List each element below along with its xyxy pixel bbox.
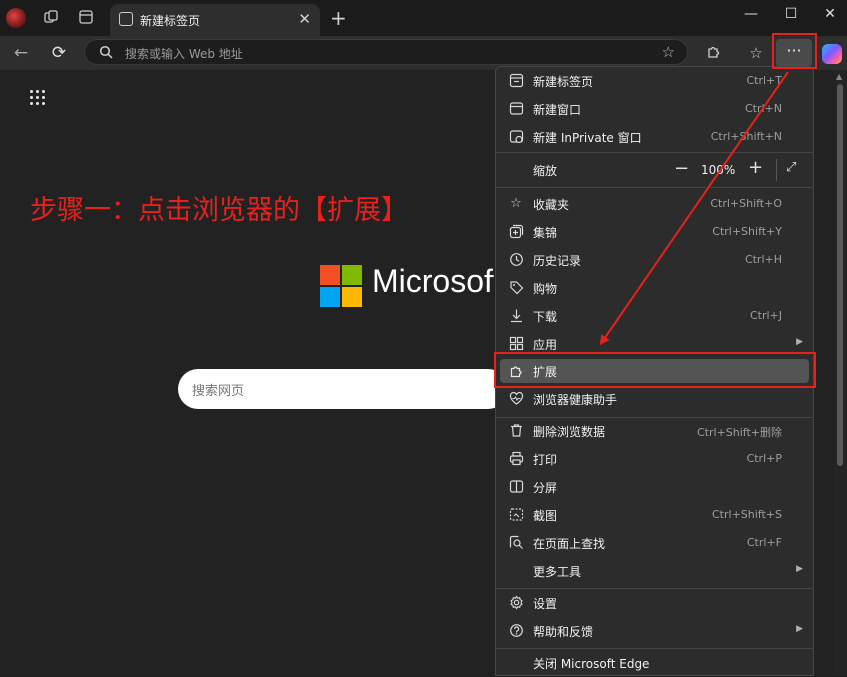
minimize-icon[interactable]: — [741,6,761,22]
menu-item-favorites[interactable]: ☆ 收藏夹 Ctrl+Shift+O [496,190,813,218]
toolbar: ← ⟳ 搜索或输入 Web 地址 ☆ ☆ ··· [0,36,847,70]
health-heart-icon [508,391,524,407]
copilot-icon[interactable] [822,44,842,64]
menu-item-more-tools[interactable]: 更多工具 ▶ [496,557,813,585]
search-icon [99,45,113,59]
tab-new-tab[interactable]: 新建标签页 ✕ [110,4,320,36]
gear-icon [508,595,524,611]
menu-item-clear-browsing-data[interactable]: 删除浏览数据 Ctrl+Shift+删除 [496,417,813,445]
history-icon [508,252,524,268]
tab-title: 新建标签页 [140,14,201,28]
instruction-annotation: 步骤一：点击浏览器的【扩展】 [30,195,408,226]
zoom-out-button[interactable]: − [674,158,689,179]
collections-icon [508,224,524,240]
trash-icon [508,423,524,439]
favorites-icon: ☆ [510,196,522,211]
microsoft-logo-icon [320,265,362,307]
back-arrow-icon[interactable]: ← [10,42,32,64]
menu-separator [496,187,813,188]
inprivate-icon [508,129,524,145]
find-icon [508,535,524,551]
window-icon [508,101,524,117]
new-tab-favicon-icon [119,12,133,26]
menu-item-print[interactable]: 打印 Ctrl+P [496,445,813,473]
scroll-thumb[interactable] [837,84,843,466]
screenshot-icon [508,507,524,523]
new-tab-icon [508,73,524,89]
title-bar: 新建标签页 ✕ + — ☐ ✕ [0,0,847,36]
workspaces-icon[interactable] [42,9,60,27]
highlight-box-more-button [772,33,817,69]
close-window-icon[interactable]: ✕ [820,6,840,22]
web-search-input[interactable]: 搜索网页 [178,369,508,409]
address-placeholder: 搜索或输入 Web 地址 [125,47,243,61]
submenu-arrow-icon: ▶ [796,624,803,634]
menu-item-find-on-page[interactable]: 在页面上查找 Ctrl+F [496,529,813,557]
address-bar[interactable]: 搜索或输入 Web 地址 ☆ [84,39,688,65]
favorites-bar-icon[interactable]: ☆ [746,43,766,63]
fullscreen-icon[interactable]: ⤢ [786,160,796,175]
maximize-icon[interactable]: ☐ [781,6,801,22]
menu-item-settings[interactable]: 设置 [496,589,813,617]
extensions-puzzle-icon[interactable] [704,43,724,63]
app-launcher-icon[interactable] [30,90,46,106]
menu-item-downloads[interactable]: 下载 Ctrl+J [496,302,813,330]
submenu-arrow-icon: ▶ [796,337,803,347]
menu-item-shopping[interactable]: 购物 [496,274,813,302]
highlight-box-extensions [494,352,816,388]
menu-item-help-and-feedback[interactable]: 帮助和反馈 ▶ [496,617,813,645]
menu-item-history[interactable]: 历史记录 Ctrl+H [496,246,813,274]
profile-avatar[interactable] [6,8,26,28]
apps-icon [508,336,524,352]
menu-item-screenshot[interactable]: 截图 Ctrl+Shift+S [496,501,813,529]
zoom-level: 100% [701,163,736,177]
split-screen-icon [508,479,524,495]
menu-item-new-inprivate-window[interactable]: 新建 InPrivate 窗口 Ctrl+Shift+N [496,123,813,151]
menu-item-browser-essentials[interactable]: 浏览器健康助手 [496,385,813,413]
search-placeholder: 搜索网页 [192,384,245,399]
zoom-in-button[interactable]: + [748,157,763,178]
favorite-star-icon[interactable]: ☆ [662,43,675,61]
menu-item-zoom: 缩放 − 100% + ⤢ [533,157,797,181]
new-tab-plus-icon[interactable]: + [330,6,347,30]
microsoft-brand-text: Microsoft [372,263,494,299]
help-icon [508,623,524,639]
menu-item-split-screen[interactable]: 分屏 [496,473,813,501]
scroll-up-arrow-icon[interactable]: ▲ [836,72,842,81]
menu-item-new-window[interactable]: 新建窗口 Ctrl+N [496,95,813,123]
submenu-arrow-icon: ▶ [796,564,803,574]
menu-separator [496,152,813,153]
page-scrollbar[interactable]: ▲ [834,70,847,676]
tab-actions-icon[interactable] [77,9,95,27]
shopping-tag-icon [508,280,524,296]
close-tab-icon[interactable]: ✕ [298,10,311,28]
download-icon [508,308,524,324]
menu-item-close-edge[interactable]: 关闭 Microsoft Edge [496,649,813,677]
refresh-icon[interactable]: ⟳ [48,42,70,64]
menu-item-new-tab[interactable]: 新建标签页 Ctrl+T [496,67,813,95]
menu-item-collections[interactable]: 集锦 Ctrl+Shift+Y [496,218,813,246]
zoom-divider [776,159,777,181]
print-icon [508,451,524,467]
